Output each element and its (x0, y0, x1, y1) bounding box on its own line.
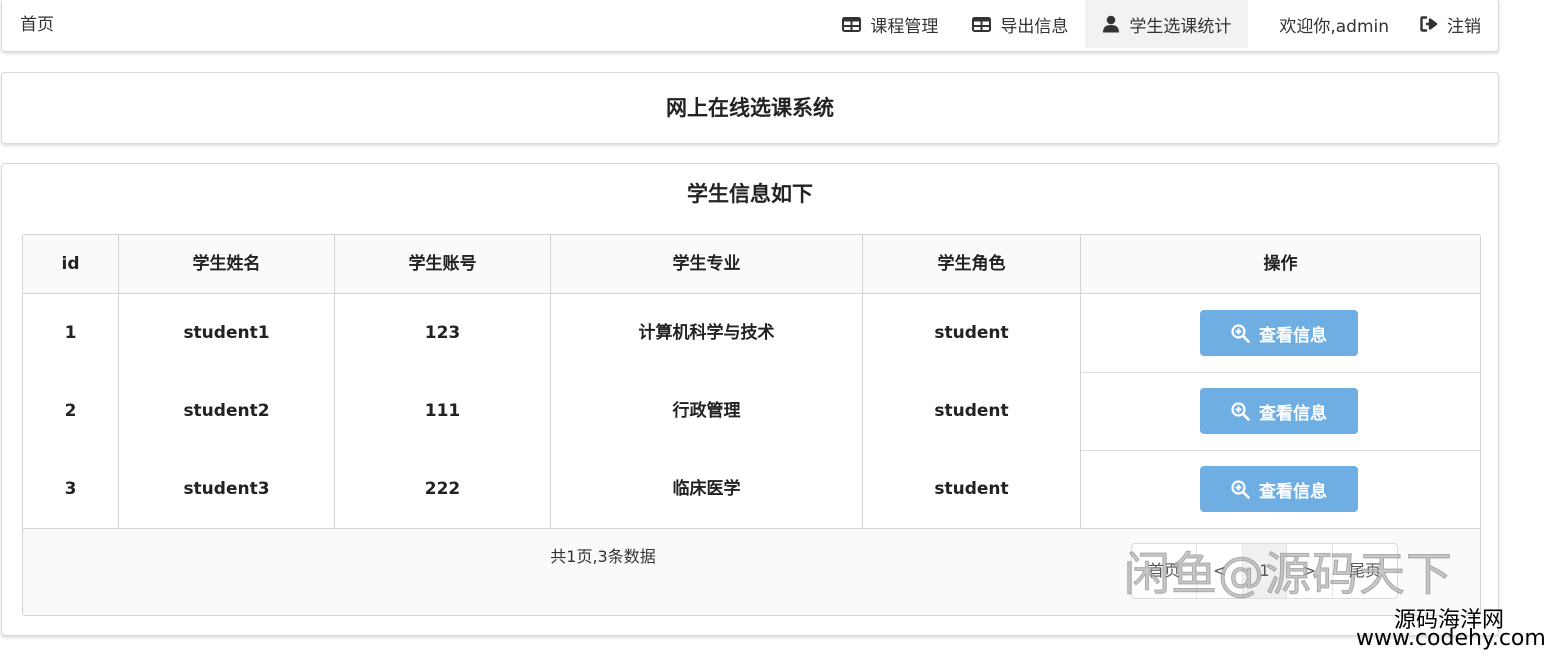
nav-home-link[interactable]: 首页 (20, 0, 54, 50)
header-role: 学生角色 (937, 254, 1006, 274)
header-major: 学生专业 (672, 254, 741, 274)
cell-account: 222 (424, 479, 461, 499)
view-info-button[interactable]: 查看信息 (1200, 388, 1358, 434)
cell-id: 1 (64, 323, 77, 343)
cell-role: student (934, 479, 1009, 499)
cell-major: 计算机科学与技术 (638, 323, 775, 343)
nav-logout[interactable]: 注销 (1419, 0, 1498, 48)
cell-account: 123 (424, 323, 461, 343)
nav-right-menu: 课程管理 导出信息 学生选课统计 欢迎你,admin 注销 (825, 0, 1498, 50)
sign-out-icon (1420, 16, 1438, 32)
cell-id: 2 (64, 401, 77, 421)
nav-student-stats[interactable]: 学生选课统计 (1085, 0, 1249, 48)
watermark-xianyu: 闲鱼@源码天下 (1124, 547, 1453, 602)
system-title: 网上在线选课系统 (666, 96, 834, 120)
view-info-label: 查看信息 (1259, 403, 1327, 424)
table-row: 2 student2 111 行政管理 student 查看信息 (23, 372, 1480, 450)
table-header: id 学生姓名 学生账号 学生专业 学生角色 操作 (23, 235, 1480, 294)
system-title-panel: 网上在线选课系统 (1, 72, 1499, 144)
table-icon (842, 16, 862, 32)
zoom-in-icon (1231, 323, 1250, 343)
header-account: 学生账号 (408, 254, 477, 274)
watermark-site-url: www.codehy.com (1356, 626, 1546, 651)
nav-stats-label: 学生选课统计 (1129, 16, 1232, 37)
nav-export-info[interactable]: 导出信息 (955, 0, 1085, 48)
nav-course-management[interactable]: 课程管理 (825, 0, 955, 48)
cell-major: 临床医学 (672, 479, 741, 499)
zoom-in-icon (1231, 479, 1250, 499)
cell-id: 3 (64, 479, 77, 499)
table-row: 1 student1 123 计算机科学与技术 student 查看信息 (23, 294, 1480, 372)
header-id: id (61, 254, 80, 274)
view-info-label: 查看信息 (1259, 481, 1327, 502)
user-icon (1103, 15, 1120, 33)
view-info-label: 查看信息 (1259, 325, 1327, 346)
cell-name: student3 (183, 479, 270, 499)
cell-major: 行政管理 (672, 401, 741, 421)
view-info-button[interactable]: 查看信息 (1200, 466, 1358, 512)
cell-name: student2 (183, 401, 270, 421)
cell-account: 111 (424, 401, 461, 421)
nav-logout-label: 注销 (1447, 16, 1481, 37)
zoom-in-icon (1231, 401, 1250, 421)
header-name: 学生姓名 (192, 254, 261, 274)
cell-role: student (934, 401, 1009, 421)
nav-export-label: 导出信息 (1000, 16, 1069, 37)
header-action: 操作 (1263, 254, 1298, 274)
table-icon (972, 16, 992, 32)
section-title: 学生信息如下 (687, 182, 813, 206)
view-info-button[interactable]: 查看信息 (1200, 310, 1358, 356)
table-row: 3 student3 222 临床医学 student 查看信息 (23, 450, 1480, 528)
nav-course-label: 课程管理 (870, 16, 939, 37)
cell-role: student (934, 323, 1009, 343)
welcome-text: 欢迎你,admin (1279, 16, 1389, 37)
cell-name: student1 (183, 323, 270, 343)
top-menu: 首页 课程管理 导出信息 学生选课统计 欢迎你,admin 注销 (1, 0, 1499, 52)
pagination-info: 共1页,3条数据 (550, 547, 656, 566)
